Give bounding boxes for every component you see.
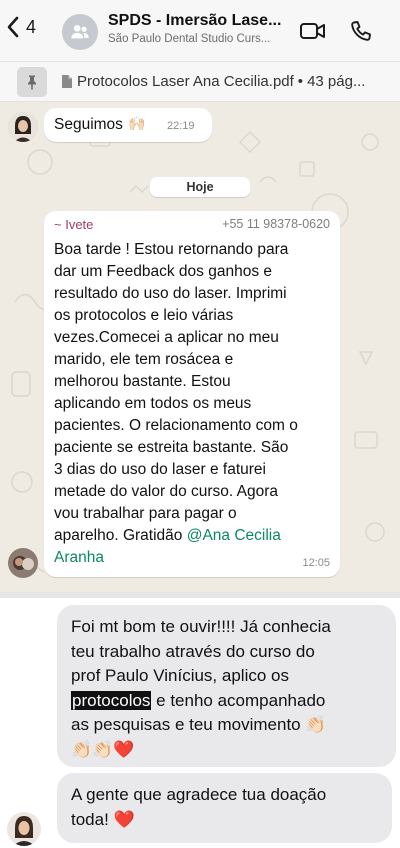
document-icon xyxy=(62,75,72,88)
raised-hands-emoji: 🙌🏻 xyxy=(128,115,146,131)
group-icon xyxy=(71,25,89,39)
pin-icon xyxy=(28,75,36,89)
back-button[interactable]: 4 xyxy=(6,16,36,38)
message-body-text: Boa tarde ! Estou retornando para dar um… xyxy=(54,241,298,544)
phone-icon xyxy=(351,21,371,41)
pinned-file-name: Protocolos Laser Ana Cecilia.pdf xyxy=(77,73,294,90)
reply-emoji-line: 👏🏻👏🏻❤️ xyxy=(71,739,135,759)
mention-link[interactable]: @Ana Cecilia xyxy=(187,527,281,544)
ivete-avatar[interactable] xyxy=(8,548,38,578)
reply-text: Foi mt bom te ouvir!!!! Já conhecia teu … xyxy=(71,615,391,762)
reply-sender-avatar[interactable] xyxy=(7,812,41,846)
reply-section: Foi mt bom te ouvir!!!! Já conhecia teu … xyxy=(0,598,400,848)
reply-bubble-2[interactable]: A gente que agradece tua doação toda! ❤️ xyxy=(57,773,392,843)
date-chip: Hoje xyxy=(150,177,250,197)
reply-line: toda! ❤️ xyxy=(71,808,391,833)
video-camera-icon xyxy=(300,23,325,39)
message-time: 22:19 xyxy=(167,120,195,132)
highlighted-text: protocolos xyxy=(71,690,152,710)
chevron-left-icon xyxy=(7,16,19,38)
chat-title: SPDS - Imersão Lase... xyxy=(108,12,282,29)
unread-count: 4 xyxy=(26,16,37,37)
person-photo-icon xyxy=(7,812,41,846)
voice-call-button[interactable] xyxy=(346,18,376,44)
chat-subtitle: São Paulo Dental Studio Curs... xyxy=(108,33,271,45)
reply-line-rest: e tenho acompanhado xyxy=(151,690,326,710)
message-bubble-prev[interactable]: Seguimos 🙌🏻 22:19 xyxy=(44,108,212,142)
reply-line: teu trabalho através do curso do xyxy=(71,641,315,661)
pinned-document[interactable]: Protocolos Laser Ana Cecilia.pdf • 43 pá… xyxy=(61,73,391,90)
pinned-message-bar[interactable]: Protocolos Laser Ana Cecilia.pdf • 43 pá… xyxy=(0,62,400,102)
sender-name[interactable]: ~ Ivete xyxy=(54,217,93,232)
message-text: Boa tarde ! Estou retornando para dar um… xyxy=(54,239,336,569)
video-call-button[interactable] xyxy=(298,18,328,44)
person-photo-icon xyxy=(8,548,38,578)
message-text: Seguimos xyxy=(54,116,123,133)
mention-link-continued[interactable]: Aranha xyxy=(54,549,104,566)
heart-emoji: ❤️ xyxy=(113,809,135,829)
message-time: 12:05 xyxy=(302,557,330,569)
reply-text: A gente que agradece tua doação toda! ❤️ xyxy=(71,783,391,832)
reply-bubble-1[interactable]: Foi mt bom te ouvir!!!! Já conhecia teu … xyxy=(57,605,396,767)
chat-header: 4 SPDS - Imersão Lase... São Paulo Denta… xyxy=(0,0,400,62)
sender-avatar[interactable] xyxy=(8,112,38,142)
person-photo-icon xyxy=(8,112,38,142)
sender-phone[interactable]: +55 11 98378-0620 xyxy=(222,217,330,231)
chat-area[interactable]: Seguimos 🙌🏻 22:19 Hoje ~ Ivete +55 11 98… xyxy=(0,102,400,592)
reply-line: protocolos e tenho acompanhado xyxy=(71,689,391,714)
reply-line: prof Paulo Vinícius, aplico os xyxy=(71,666,289,685)
clapping-emoji: 👏🏻 xyxy=(305,715,327,734)
reply-line: A gente que agradece tua doação xyxy=(71,785,327,804)
chat-title-area[interactable]: SPDS - Imersão Lase... São Paulo Dental … xyxy=(108,12,288,45)
message-bubble-ivete[interactable]: ~ Ivete +55 11 98378-0620 Boa tarde ! Es… xyxy=(44,211,340,577)
pinned-separator: • xyxy=(297,73,304,90)
reply-line: Foi mt bom te ouvir!!!! Já conhecia xyxy=(71,617,331,636)
pinned-pages: 43 pág... xyxy=(307,73,366,90)
pin-button[interactable] xyxy=(17,66,47,97)
group-avatar[interactable] xyxy=(62,14,98,50)
reply-line-text: toda! xyxy=(71,809,114,829)
reply-line-text: as pesquisas e teu movimento xyxy=(71,715,306,734)
reply-line: as pesquisas e teu movimento 👏🏻 xyxy=(71,713,391,738)
